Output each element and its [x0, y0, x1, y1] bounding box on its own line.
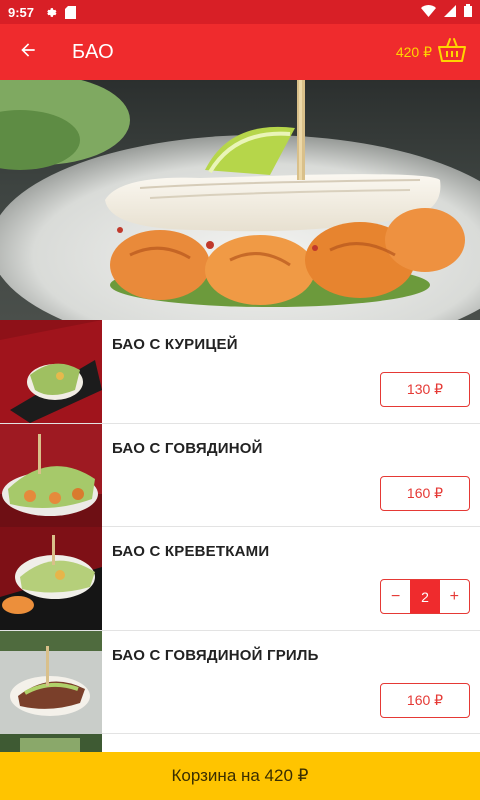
cart-bar-button[interactable]: Корзина на 420 ₽: [0, 752, 480, 800]
add-to-cart-button[interactable]: 160 ₽: [380, 475, 470, 511]
status-bar: 9:57: [0, 0, 480, 24]
status-time: 9:57: [8, 4, 35, 20]
list-item[interactable]: БАО С КУРИЦЕЙ 130 ₽: [0, 320, 480, 424]
back-button[interactable]: [0, 24, 56, 80]
app-bar: БАО 420 ₽: [0, 24, 480, 80]
item-info: БАО С ГОВЯДИНОЙ 160 ₽: [102, 424, 480, 527]
hero-image: [0, 80, 480, 320]
increase-quantity-button[interactable]: +: [440, 580, 469, 613]
quantity-stepper: − 2 +: [380, 579, 470, 614]
page-title: БАО: [72, 40, 115, 63]
decrease-quantity-button[interactable]: −: [381, 580, 410, 613]
item-title: БАО С КРЕВЕТКАМИ: [112, 543, 270, 560]
add-to-cart-button[interactable]: 160 ₽: [380, 682, 470, 718]
add-to-cart-button[interactable]: 130 ₽: [380, 372, 470, 407]
product-list: БАО С КУРИЦЕЙ 130 ₽ БАО С ГОВЯДИНОЙ 160 …: [0, 320, 480, 752]
cart-button[interactable]: 420 ₽: [396, 37, 480, 68]
product-thumbnail: [0, 423, 102, 527]
item-info: БАО С КРЕВЕТКАМИ − 2 +: [102, 527, 480, 630]
list-item[interactable]: [0, 734, 480, 752]
item-info: БАО С КУРИЦЕЙ 130 ₽: [102, 320, 480, 423]
item-title: БАО С ГОВЯДИНОЙ: [112, 439, 263, 457]
product-thumbnail: [0, 630, 102, 734]
arrow-back-icon: [18, 40, 38, 65]
product-thumbnail: [0, 320, 102, 423]
wifi-icon: [421, 4, 436, 20]
settings-icon: [44, 6, 57, 19]
product-thumbnail: [0, 734, 102, 752]
basket-icon: [438, 37, 466, 68]
signal-icon: [444, 4, 456, 20]
product-thumbnail: [0, 527, 102, 630]
item-title: БАО С ГОВЯДИНОЙ ГРИЛЬ: [112, 646, 319, 664]
quantity-value: 2: [410, 580, 440, 613]
list-item[interactable]: БАО С КРЕВЕТКАМИ − 2 +: [0, 527, 480, 631]
battery-icon: [464, 4, 472, 20]
list-item[interactable]: БАО С ГОВЯДИНОЙ 160 ₽: [0, 423, 480, 527]
cart-bar-label: Корзина на 420 ₽: [171, 766, 309, 785]
list-item[interactable]: БАО С ГОВЯДИНОЙ ГРИЛЬ 160 ₽: [0, 630, 480, 734]
item-info: БАО С ГОВЯДИНОЙ ГРИЛЬ 160 ₽: [102, 631, 480, 734]
sd-card-icon: [65, 5, 77, 19]
item-title: БАО С КУРИЦЕЙ: [112, 336, 238, 353]
cart-total: 420 ₽: [395, 43, 432, 60]
